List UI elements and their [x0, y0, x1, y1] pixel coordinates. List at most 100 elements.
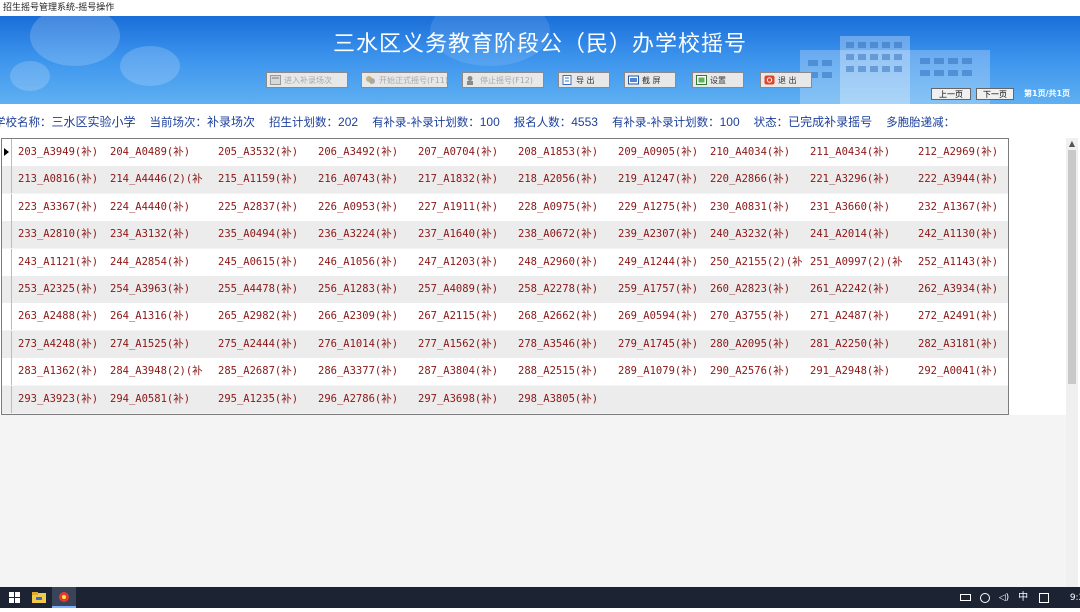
next-page-button[interactable]: 下一页 [976, 88, 1014, 100]
table-cell[interactable]: 207_A0704(补) [418, 139, 518, 166]
table-cell[interactable]: 291_A2948(补) [810, 358, 918, 385]
exit-button[interactable]: 退 出 [760, 72, 812, 88]
table-cell[interactable]: 287_A3804(补) [418, 358, 518, 385]
table-cell[interactable]: 235_A0494(补) [218, 221, 318, 248]
table-cell[interactable]: 292_A0041(补) [918, 358, 1006, 385]
start-draw-button[interactable]: 开始正式摇号(F11) [361, 72, 448, 88]
table-cell[interactable]: 220_A2866(补) [710, 166, 810, 193]
table-cell[interactable]: 256_A1283(补) [318, 276, 418, 303]
table-row[interactable]: 213_A0816(补) 214_A4446(2)(补 215_A1159(补) 21… [2, 166, 1008, 194]
table-cell[interactable]: 251_A0997(2)(补 [810, 249, 918, 276]
table-cell[interactable]: 268_A2662(补) [518, 303, 618, 330]
table-cell[interactable]: 227_A1911(补) [418, 194, 518, 221]
table-cell[interactable]: 295_A1235(补) [218, 386, 318, 413]
table-cell[interactable]: 205_A3532(补) [218, 139, 318, 166]
table-cell[interactable]: 281_A2250(补) [810, 331, 918, 358]
stop-draw-button[interactable]: 停止摇号(F12) [462, 72, 544, 88]
table-cell[interactable]: 212_A2969(补) [918, 139, 1006, 166]
table-cell[interactable]: 258_A2278(补) [518, 276, 618, 303]
table-cell[interactable]: 296_A2786(补) [318, 386, 418, 413]
table-cell[interactable]: 265_A2982(补) [218, 303, 318, 330]
table-cell[interactable]: 266_A2309(补) [318, 303, 418, 330]
table-cell[interactable]: 261_A2242(补) [810, 276, 918, 303]
row-header[interactable] [2, 139, 12, 166]
table-row[interactable]: 283_A1362(补) 284_A3948(2)(补 285_A2687(补) 28… [2, 358, 1008, 386]
table-cell[interactable]: 233_A2810(补) [18, 221, 110, 248]
network-globe-icon[interactable] [979, 592, 990, 603]
table-cell[interactable]: 204_A0489(补) [110, 139, 218, 166]
table-cell[interactable]: 283_A1362(补) [18, 358, 110, 385]
table-cell[interactable]: 239_A2307(补) [618, 221, 710, 248]
table-cell[interactable]: 221_A3296(补) [810, 166, 918, 193]
clock[interactable]: 9:21 [1070, 593, 1080, 603]
row-header[interactable] [2, 330, 12, 358]
table-cell[interactable]: 203_A3949(补) [18, 139, 110, 166]
table-cell[interactable]: 229_A1275(补) [618, 194, 710, 221]
table-cell[interactable]: 277_A1562(补) [418, 331, 518, 358]
table-cell[interactable]: 211_A0434(补) [810, 139, 918, 166]
table-cell[interactable]: 254_A3963(补) [110, 276, 218, 303]
table-cell[interactable]: 253_A2325(补) [18, 276, 110, 303]
table-cell[interactable]: 216_A0743(补) [318, 166, 418, 193]
table-cell[interactable]: 271_A2487(补) [810, 303, 918, 330]
table-cell[interactable]: 228_A0975(补) [518, 194, 618, 221]
table-cell[interactable]: 260_A2823(补) [710, 276, 810, 303]
table-row[interactable]: 223_A3367(补) 224_A4440(补) 225_A2837(补) 226_… [2, 193, 1008, 221]
taskbar-file-explorer[interactable] [28, 587, 50, 608]
table-cell[interactable]: 213_A0816(补) [18, 166, 110, 193]
taskbar-lottery-app[interactable] [52, 587, 76, 608]
table-cell[interactable]: 230_A0831(补) [710, 194, 810, 221]
table-cell[interactable]: 259_A1757(补) [618, 276, 710, 303]
table-cell[interactable]: 298_A3805(补) [518, 386, 618, 413]
table-cell[interactable]: 237_A1640(补) [418, 221, 518, 248]
table-cell[interactable]: 293_A3923(补) [18, 386, 110, 413]
table-row[interactable]: 293_A3923(补) 294_A0581(补) 295_A1235(补) 296_… [2, 385, 1008, 413]
table-cell[interactable]: 284_A3948(2)(补 [110, 358, 218, 385]
table-cell[interactable]: 214_A4446(2)(补 [110, 166, 218, 193]
table-cell[interactable]: 243_A1121(补) [18, 249, 110, 276]
table-cell[interactable]: 274_A1525(补) [110, 331, 218, 358]
table-cell[interactable]: 280_A2095(补) [710, 331, 810, 358]
table-cell[interactable]: 263_A2488(补) [18, 303, 110, 330]
vertical-scrollbar[interactable]: ▲ [1066, 138, 1078, 587]
row-header[interactable] [2, 385, 12, 413]
table-cell[interactable]: 206_A3492(补) [318, 139, 418, 166]
table-cell[interactable]: 278_A3546(补) [518, 331, 618, 358]
export-button[interactable]: 导 出 [558, 72, 610, 88]
prev-page-button[interactable]: 上一页 [931, 88, 971, 100]
scroll-up-arrow-icon[interactable]: ▲ [1066, 138, 1078, 150]
table-cell[interactable]: 248_A2960(补) [518, 249, 618, 276]
row-header[interactable] [2, 303, 12, 331]
table-cell[interactable]: 257_A4089(补) [418, 276, 518, 303]
row-header[interactable] [2, 276, 12, 303]
table-cell[interactable]: 294_A0581(补) [110, 386, 218, 413]
table-cell[interactable]: 246_A1056(补) [318, 249, 418, 276]
table-cell[interactable]: 238_A0672(补) [518, 221, 618, 248]
table-cell[interactable]: 232_A1367(补) [918, 194, 1006, 221]
table-cell[interactable]: 208_A1853(补) [518, 139, 618, 166]
table-cell[interactable]: 218_A2056(补) [518, 166, 618, 193]
table-cell[interactable]: 286_A3377(补) [318, 358, 418, 385]
table-row[interactable]: 263_A2488(补) 264_A1316(补) 265_A2982(补) 266_… [2, 303, 1008, 331]
table-cell[interactable]: 262_A3934(补) [918, 276, 1006, 303]
table-cell[interactable]: 223_A3367(补) [18, 194, 110, 221]
input-mode-icon[interactable] [1038, 592, 1049, 603]
table-row[interactable]: 203_A3949(补) 204_A0489(补) 205_A3532(补) 206_… [2, 139, 1008, 166]
table-cell[interactable]: 209_A0905(补) [618, 139, 710, 166]
table-cell[interactable]: 234_A3132(补) [110, 221, 218, 248]
table-cell[interactable]: 252_A1143(补) [918, 249, 1006, 276]
table-cell[interactable]: 272_A2491(补) [918, 303, 1006, 330]
table-cell[interactable]: 245_A0615(补) [218, 249, 318, 276]
table-cell[interactable]: 289_A1079(补) [618, 358, 710, 385]
enter-supplement-button[interactable]: 进入补录场次 [266, 72, 348, 88]
table-cell[interactable]: 276_A1014(补) [318, 331, 418, 358]
row-header[interactable] [2, 221, 12, 249]
row-header[interactable] [2, 193, 12, 221]
table-cell[interactable]: 275_A2444(补) [218, 331, 318, 358]
table-cell[interactable]: 217_A1832(补) [418, 166, 518, 193]
row-header[interactable] [2, 166, 12, 194]
table-cell[interactable]: 285_A2687(补) [218, 358, 318, 385]
volume-icon[interactable]: ◁) [999, 593, 1009, 603]
table-cell[interactable]: 242_A1130(补) [918, 221, 1006, 248]
table-row[interactable]: 243_A1121(补) 244_A2854(补) 245_A0615(补) 246_… [2, 248, 1008, 276]
